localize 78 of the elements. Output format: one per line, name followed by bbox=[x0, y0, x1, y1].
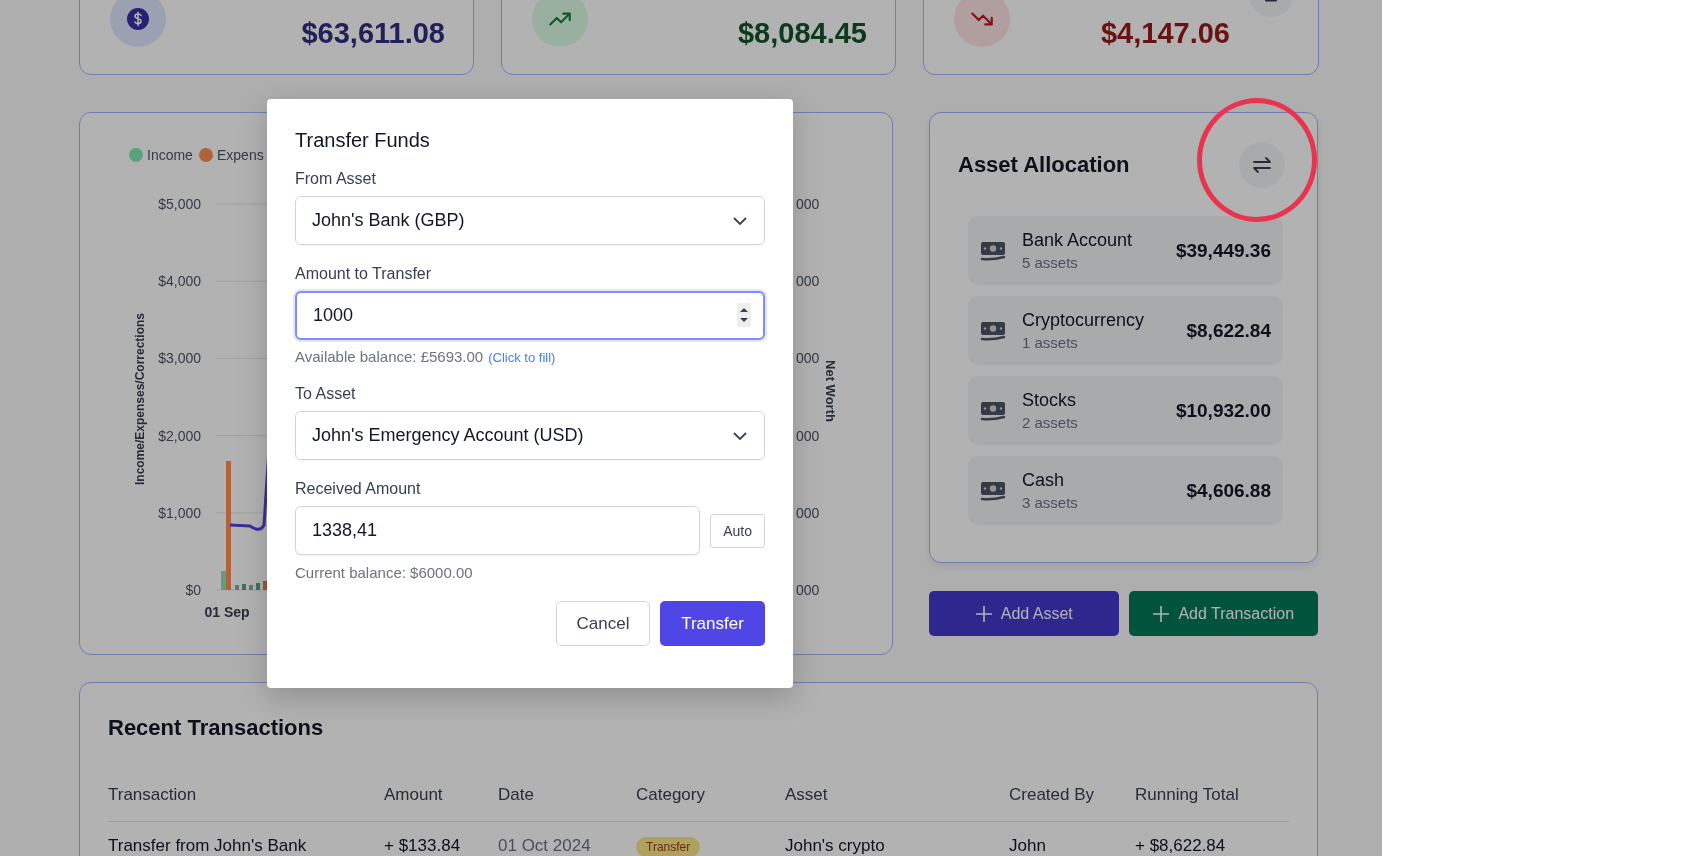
legend-label: Income bbox=[147, 147, 193, 163]
asset-category-name: Bank Account bbox=[1022, 230, 1134, 251]
field-label: Amount to Transfer bbox=[295, 265, 433, 283]
dialog-button[interactable]: Cancel bbox=[556, 601, 650, 646]
column-header: Transaction bbox=[108, 785, 198, 805]
asset-count: 1 assets bbox=[1022, 334, 1079, 351]
from-asset-select[interactable]: John's Bank (GBP) bbox=[295, 196, 765, 245]
chevron-down-icon bbox=[732, 430, 748, 441]
category-tag: Transfer bbox=[636, 837, 701, 856]
asset-count: 2 assets bbox=[1022, 414, 1079, 431]
right-axis-tick: 000 bbox=[796, 196, 820, 212]
dialog-title: Transfer Funds bbox=[295, 129, 431, 152]
column-header: Date bbox=[498, 785, 535, 805]
current-balance: Current balance: $6000.00 bbox=[295, 564, 474, 581]
asset-category-name: Cash bbox=[1022, 470, 1066, 491]
table-cell-text: + $8,622.84 bbox=[1135, 836, 1227, 856]
y-axis-tick: $5,000 bbox=[158, 196, 201, 212]
legend-label: Expens bbox=[217, 147, 264, 163]
asset-category-row[interactable]: Cryptocurrency 1 assets $8,622.84 bbox=[968, 296, 1283, 365]
asset-total: $4,606.88 bbox=[1186, 479, 1271, 502]
stat-value: $8,084.45 bbox=[738, 17, 867, 50]
spinner-icon[interactable] bbox=[737, 303, 751, 327]
field-label: Received Amount bbox=[295, 480, 422, 498]
column-header: Created By bbox=[1009, 785, 1096, 805]
right-axis-tick: 000 bbox=[796, 273, 820, 290]
chevron-down-icon bbox=[732, 215, 748, 226]
asset-category-row[interactable]: Stocks 2 assets $10,932.00 bbox=[968, 376, 1283, 445]
asset-category-row[interactable]: Bank Account 5 assets $39,449.36 bbox=[968, 216, 1283, 285]
column-header: Running Total bbox=[1135, 785, 1240, 805]
dialog-button[interactable]: Transfer bbox=[660, 601, 765, 646]
asset-total: $39,449.36 bbox=[1175, 239, 1271, 262]
dollar-icon bbox=[126, 6, 150, 31]
plus-icon bbox=[1152, 604, 1171, 623]
auto-button[interactable]: Auto bbox=[710, 513, 765, 548]
right-axis-tick: 000 bbox=[796, 427, 820, 444]
asset-title: Asset Allocation bbox=[958, 152, 1130, 178]
right-axis-title: Net Worth bbox=[823, 360, 838, 422]
asset-total: $10,932.00 bbox=[1175, 399, 1271, 422]
field-label: To Asset bbox=[295, 385, 357, 403]
stat-value: $4,147.06 bbox=[1101, 17, 1230, 50]
y-axis-tick: $1,000 bbox=[158, 504, 201, 521]
x-axis-label: 01 Sep bbox=[204, 604, 250, 620]
field-label: From Asset bbox=[295, 170, 377, 188]
transactions-title: Recent Transactions bbox=[108, 715, 325, 741]
table-cell-text: John bbox=[1009, 836, 1047, 856]
action-button[interactable]: Add Asset bbox=[929, 591, 1119, 636]
available-balance: Available balance: £5693.00 bbox=[295, 348, 484, 365]
action-button[interactable]: Add Transaction bbox=[1128, 591, 1318, 636]
asset-category-name: Stocks bbox=[1022, 390, 1078, 411]
table-cell-text: John's crypto bbox=[785, 836, 886, 856]
asset-category-row[interactable]: Cash 3 assets $4,606.88 bbox=[968, 456, 1283, 525]
y-axis-tick: $0 bbox=[185, 582, 201, 598]
stat-value: $63,611.08 bbox=[301, 17, 445, 50]
column-header: Category bbox=[636, 785, 706, 805]
y-axis-title: Income/Expenses/Corrections bbox=[133, 312, 147, 486]
y-axis-tick: $3,000 bbox=[158, 350, 201, 367]
column-header: Asset bbox=[785, 785, 829, 805]
right-axis-tick: 000 bbox=[796, 504, 820, 521]
table-cell-text: Transfer from John's Bank bbox=[108, 836, 308, 856]
asset-total: $8,622.84 bbox=[1186, 319, 1271, 342]
asset-count: 5 assets bbox=[1022, 254, 1079, 271]
right-axis-tick: 000 bbox=[796, 350, 820, 367]
plus-icon bbox=[974, 604, 993, 623]
amount-input[interactable]: 1000 bbox=[295, 291, 765, 340]
income-bar bbox=[221, 571, 226, 590]
received-amount-input[interactable]: 1338,41 bbox=[295, 506, 701, 555]
transfer-button[interactable] bbox=[1239, 142, 1285, 188]
small-bars-drawing bbox=[235, 581, 267, 590]
y-axis-tick: $2,000 bbox=[158, 427, 201, 444]
y-axis-tick: $4,000 bbox=[158, 273, 201, 290]
table-cell-text: 01 Oct 2024 bbox=[498, 836, 592, 856]
asset-category-name: Cryptocurrency bbox=[1022, 310, 1146, 331]
to-asset-select[interactable]: John's Emergency Account (USD) bbox=[295, 411, 765, 460]
fill-link[interactable]: (Click to fill) bbox=[488, 350, 556, 365]
column-header: Amount bbox=[384, 785, 444, 805]
asset-count: 3 assets bbox=[1022, 494, 1079, 511]
table-cell-text: + $133.84 bbox=[384, 836, 462, 856]
right-axis-tick: 000 bbox=[796, 582, 820, 598]
